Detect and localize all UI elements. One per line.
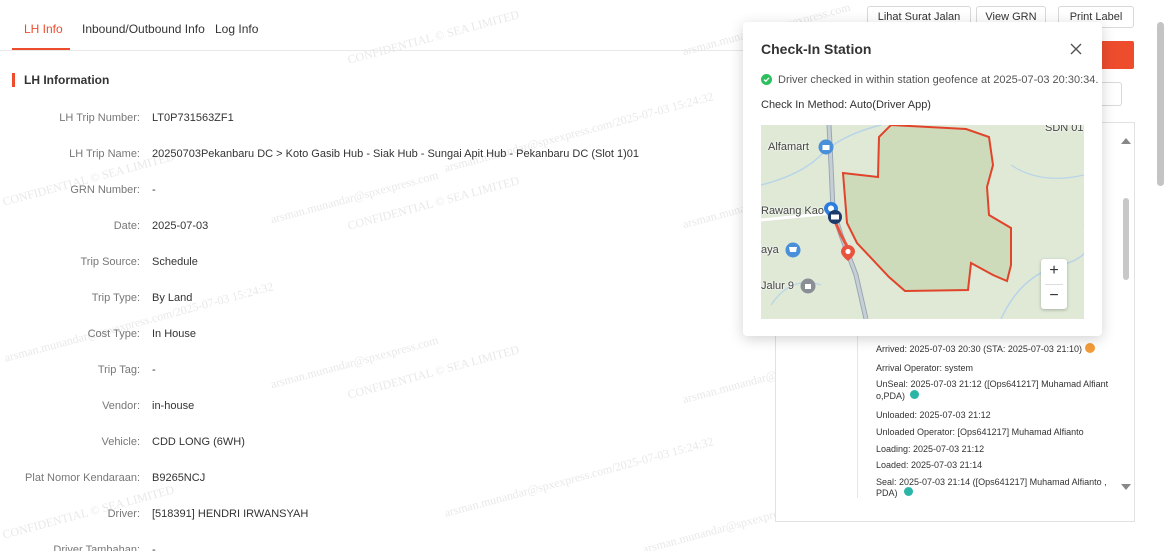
field-date: Date: 2025-07-03 xyxy=(0,218,740,234)
success-check-icon xyxy=(761,74,772,85)
field-vendor: Vendor: in-house xyxy=(0,398,740,414)
field-lh-trip-name: LH Trip Name: 20250703Pekanbaru DC > Kot… xyxy=(0,146,740,162)
log-scrollbar-thumb[interactable] xyxy=(1123,198,1129,280)
field-value: 2025-07-03 xyxy=(152,220,209,232)
field-grn-number: GRN Number: - xyxy=(0,182,740,198)
field-label: Driver: xyxy=(107,508,140,520)
log-scrollbar[interactable] xyxy=(1120,134,1132,494)
field-cost-type: Cost Type: In House xyxy=(0,326,740,342)
field-label: Trip Type: xyxy=(91,292,140,304)
section-title: LH Information xyxy=(12,73,109,87)
field-driver: Driver: [518391] HENDRI IRWANSYAH xyxy=(0,506,740,522)
geofence-map[interactable]: Alfamart Rawang Kao aya Jalur 9 SDN 01 +… xyxy=(761,125,1084,319)
map-label-jalur-9: Jalur 9 xyxy=(761,280,795,292)
field-value: By Land xyxy=(152,292,193,304)
field-label: LH Trip Name: xyxy=(69,148,140,160)
field-label: Trip Source: xyxy=(80,256,140,268)
scroll-up-arrow-icon[interactable] xyxy=(1121,138,1131,144)
field-trip-source: Trip Source: Schedule xyxy=(0,254,740,270)
log-entry: Unloaded Operator: [Ops641217] Muhamad A… xyxy=(876,427,1084,437)
tab-log-info[interactable]: Log Info xyxy=(215,22,258,36)
scroll-down-arrow-icon[interactable] xyxy=(1121,484,1131,490)
zoom-in-button[interactable]: + xyxy=(1041,259,1067,284)
tab-inbound-outbound-info[interactable]: Inbound/Outbound Info xyxy=(82,22,205,36)
location-pin-icon xyxy=(1085,343,1095,353)
tab-lh-info[interactable]: LH Info xyxy=(24,22,63,36)
field-label: LH Trip Number: xyxy=(59,112,140,124)
truck-icon xyxy=(828,210,842,224)
field-label: Plat Nomor Kendaraan: xyxy=(25,472,140,484)
field-value: - xyxy=(152,364,156,376)
field-value: in-house xyxy=(152,400,195,412)
field-trip-tag: Trip Tag: - xyxy=(0,362,740,378)
log-entry: Loading: 2025-07-03 21:12 xyxy=(876,444,985,454)
field-label: GRN Number: xyxy=(70,184,140,196)
field-value: [518391] HENDRI IRWANSYAH xyxy=(152,508,309,520)
field-lh-trip-number: LH Trip Number: LT0P731563ZF1 xyxy=(0,110,740,126)
field-value: In House xyxy=(152,328,197,340)
field-plat-nomor: Plat Nomor Kendaraan: B9265NCJ xyxy=(0,470,740,486)
log-entry: Seal: 2025-07-03 21:14 ([Ops641217] Muha… xyxy=(876,477,1107,487)
location-pin-icon xyxy=(841,245,855,261)
field-label: Vehicle: xyxy=(101,436,140,448)
field-label: Driver Tambahan: xyxy=(53,544,140,551)
map-label-rawang-kao: Rawang Kao xyxy=(761,205,824,217)
field-value: 20250703Pekanbaru DC > Koto Gasib Hub - … xyxy=(152,148,640,160)
field-label: Trip Tag: xyxy=(97,364,140,376)
log-entry: UnSeal: 2025-07-03 21:12 ([Ops641217] Mu… xyxy=(876,379,1109,389)
close-icon[interactable] xyxy=(1069,42,1083,56)
active-tab-indicator xyxy=(12,48,70,50)
location-pin-icon xyxy=(910,390,919,399)
field-vehicle: Vehicle: CDD LONG (6WH) xyxy=(0,434,740,450)
page-scrollbar-thumb[interactable] xyxy=(1157,22,1164,186)
field-driver-tambahan: Driver Tambahan: - xyxy=(0,542,740,551)
field-label: Date: xyxy=(113,220,140,232)
status-text: Driver checked in within station geofenc… xyxy=(778,74,1099,86)
field-value: LT0P731563ZF1 xyxy=(152,112,234,124)
field-value: - xyxy=(152,544,156,551)
watermark: arsman.munandar@spxexpress.com/2025-07-0… xyxy=(442,89,715,175)
landmark-icon xyxy=(800,278,816,294)
popover-title: Check-In Station xyxy=(761,41,872,57)
field-trip-type: Trip Type: By Land xyxy=(0,290,740,306)
check-in-station-popover: Check-In Station Driver checked in withi… xyxy=(743,22,1102,336)
map-zoom-control: + − xyxy=(1041,259,1067,309)
log-entry: PDA) xyxy=(876,488,898,498)
log-entry: Arrival Operator: system xyxy=(876,363,974,373)
field-value: B9265NCJ xyxy=(152,472,206,484)
location-pin-icon xyxy=(904,487,913,496)
map-label-sdn-01: SDN 01 xyxy=(1045,125,1084,134)
field-label: Cost Type: xyxy=(87,328,140,340)
check-in-status: Driver checked in within station geofenc… xyxy=(761,74,1098,86)
field-value: CDD LONG (6WH) xyxy=(152,436,245,448)
zoom-out-button[interactable]: − xyxy=(1041,284,1067,309)
shop-icon xyxy=(785,242,801,258)
primary-action-button[interactable] xyxy=(1098,41,1134,69)
log-entry: Loaded: 2025-07-03 21:14 xyxy=(876,460,983,470)
map-label-alfamart: Alfamart xyxy=(768,141,809,153)
log-entry: o,PDA) xyxy=(876,391,906,401)
field-label: Vendor: xyxy=(102,400,140,412)
field-value: Schedule xyxy=(152,256,198,268)
check-in-method: Check In Method: Auto(Driver App) xyxy=(761,99,931,111)
shop-icon xyxy=(818,139,834,155)
tab-bar: LH Info Inbound/Outbound Info Log Info xyxy=(0,0,760,51)
map-label-aya: aya xyxy=(761,244,779,256)
log-entry: Arrived: 2025-07-03 20:30 (STA: 2025-07-… xyxy=(876,344,1082,354)
log-entry: Unloaded: 2025-07-03 21:12 xyxy=(876,410,991,420)
field-value: - xyxy=(152,184,156,196)
